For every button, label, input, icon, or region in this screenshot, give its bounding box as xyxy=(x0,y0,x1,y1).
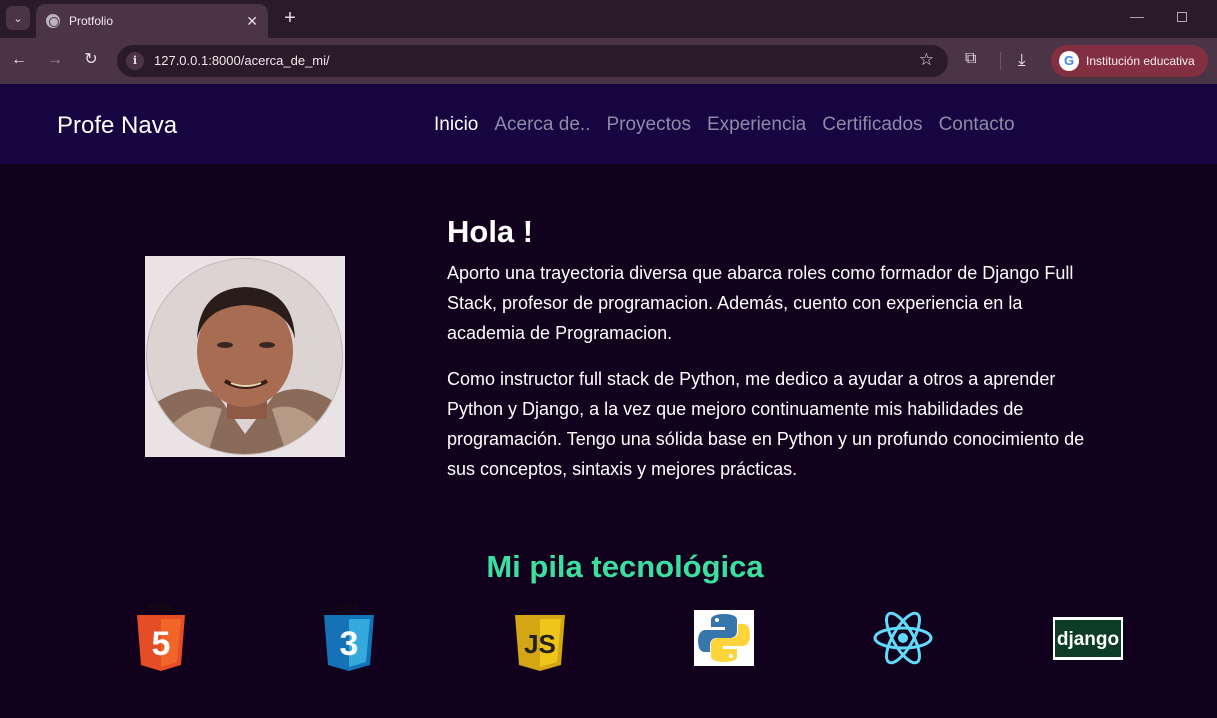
profile-button[interactable]: G Institución educativa xyxy=(1051,45,1208,77)
new-tab-button[interactable]: + xyxy=(278,6,302,30)
browser-tab[interactable]: Protfolio ✕ xyxy=(36,4,268,38)
url-text[interactable]: 127.0.0.1:8000/acerca_de_mi/ xyxy=(154,53,330,68)
back-arrow-icon[interactable]: ← xyxy=(9,50,29,70)
forward-arrow-icon[interactable]: → xyxy=(45,50,65,70)
avatar xyxy=(146,258,343,455)
profile-label: Institución educativa xyxy=(1086,54,1195,68)
tab-title: Protfolio xyxy=(69,14,114,28)
svg-text:5: 5 xyxy=(152,625,171,663)
minimize-icon[interactable]: — xyxy=(1130,8,1144,24)
profile-photo xyxy=(145,256,345,457)
about-section: Hola ! Aporto una trayectoria diversa qu… xyxy=(447,214,1087,500)
html5-icon: HTML 5 xyxy=(135,603,187,678)
svg-text:JS: JS xyxy=(524,629,556,659)
about-paragraph-2: Como instructor full stack de Python, me… xyxy=(447,369,1085,479)
close-icon[interactable]: ✕ xyxy=(246,13,258,30)
css3-icon: CSS 3 xyxy=(322,603,376,678)
tech-stack-title: Mi pila tecnológica xyxy=(486,549,764,584)
svg-text:CSS: CSS xyxy=(340,603,359,613)
nav-link-contacto[interactable]: Contacto xyxy=(939,114,1015,136)
nav-link-acerca-de[interactable]: Acerca de.. xyxy=(494,114,590,136)
bookmark-star-icon[interactable]: ☆ xyxy=(919,50,934,70)
tab-search-button[interactable]: ⌄ xyxy=(6,6,30,30)
nav-link-experiencia[interactable]: Experiencia xyxy=(707,114,806,136)
browser-tabbar: ⌄ Protfolio ✕ + — xyxy=(0,0,1217,38)
globe-icon xyxy=(46,14,60,28)
svg-text:django: django xyxy=(1057,629,1119,650)
download-icon[interactable]: ⤓ xyxy=(1018,50,1026,70)
browser-toolbar: ← → ↻ i 127.0.0.1:8000/acerca_de_mi/ ☆ xyxy=(0,38,1217,84)
nav-link-proyectos[interactable]: Proyectos xyxy=(606,114,690,136)
site-navbar: Profe Nava Inicio Acerca de.. Proyectos Exp… xyxy=(0,84,1217,164)
python-icon xyxy=(694,610,754,671)
site-menu: Inicio Acerca de.. Proyectos Experiencia Cer… xyxy=(434,114,1031,136)
nav-link-inicio[interactable]: Inicio xyxy=(434,114,478,136)
site-brand[interactable]: Profe Nava xyxy=(57,112,177,140)
address-bar[interactable]: i 127.0.0.1:8000/acerca_de_mi/ ☆ xyxy=(117,45,948,77)
svg-text:HTML: HTML xyxy=(149,603,174,613)
reload-icon[interactable]: ↻ xyxy=(81,50,101,70)
toolbar-divider xyxy=(1000,52,1001,70)
extensions-icon[interactable]: ⧉ xyxy=(965,50,976,68)
site-info-icon[interactable]: i xyxy=(126,52,144,70)
django-icon: django xyxy=(1053,617,1123,665)
nav-link-certificados[interactable]: Certificados xyxy=(822,114,922,136)
greeting-heading: Hola ! xyxy=(447,214,534,249)
react-icon xyxy=(872,610,934,671)
maximize-icon[interactable] xyxy=(1177,12,1187,22)
svg-text:3: 3 xyxy=(340,625,359,663)
google-icon: G xyxy=(1059,51,1079,71)
about-paragraph-1: Aporto una trayectoria diversa que abarc… xyxy=(447,263,1074,343)
javascript-icon: JS xyxy=(513,603,567,678)
